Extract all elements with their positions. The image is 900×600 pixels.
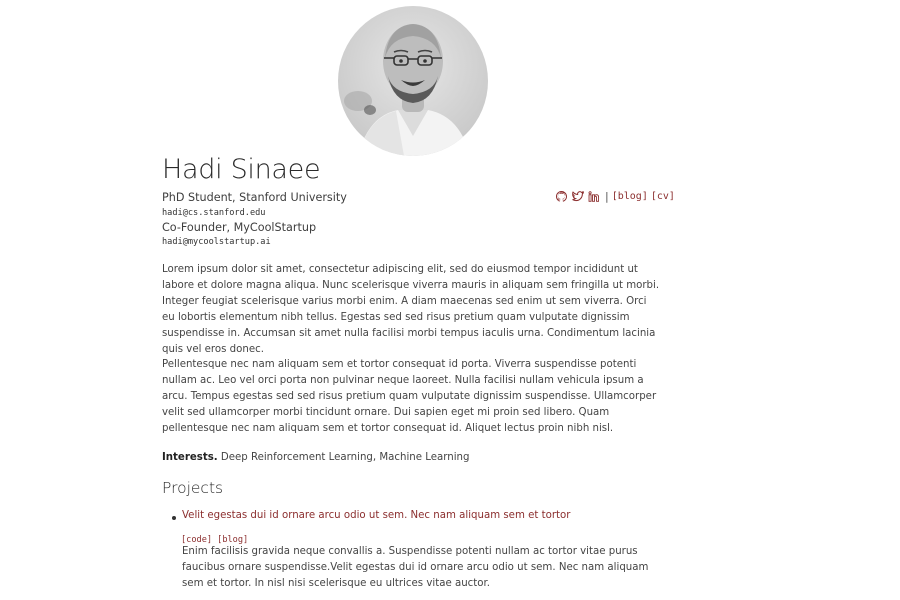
affiliation-phd: PhD Student, Stanford University [162, 191, 347, 204]
blog-link[interactable]: [blog] [612, 191, 648, 202]
email-startup[interactable]: hadi@mycoolstartup.ai [162, 237, 271, 247]
homepage: Hadi Sinaee PhD Student, Stanford Univer… [0, 0, 900, 600]
bullet-icon [172, 516, 176, 520]
cv-link[interactable]: [cv] [651, 191, 675, 202]
portrait-image [338, 6, 488, 156]
linkedin-icon[interactable] [587, 190, 600, 203]
profile-photo [338, 6, 488, 156]
link-separator: | [605, 190, 609, 203]
interests: Interests. Deep Reinforcement Learning, … [162, 452, 469, 463]
social-links: | [blog] [cv] [555, 190, 675, 203]
interests-value: Deep Reinforcement Learning, Machine Lea… [220, 452, 470, 463]
projects-heading: Projects [162, 479, 224, 497]
github-icon[interactable] [555, 190, 568, 203]
project-description: Enim facilisis gravida neque convallis a… [182, 546, 649, 589]
email-academic[interactable]: hadi@cs.stanford.edu [162, 208, 265, 218]
affiliation-startup: Co-Founder, MyCoolStartup [162, 221, 317, 234]
interests-label: Interests. [162, 452, 218, 463]
twitter-icon[interactable] [571, 190, 584, 203]
project-title-link[interactable]: Velit egestas dui id ornare arcu odio ut… [182, 510, 570, 521]
profile-name: Hadi Sinaee [162, 154, 321, 185]
bio-paragraph-1: Lorem ipsum dolor sit amet, consectetur … [162, 264, 660, 355]
bio-paragraph-2: Pellentesque nec nam aliquam sem et tort… [162, 359, 657, 434]
